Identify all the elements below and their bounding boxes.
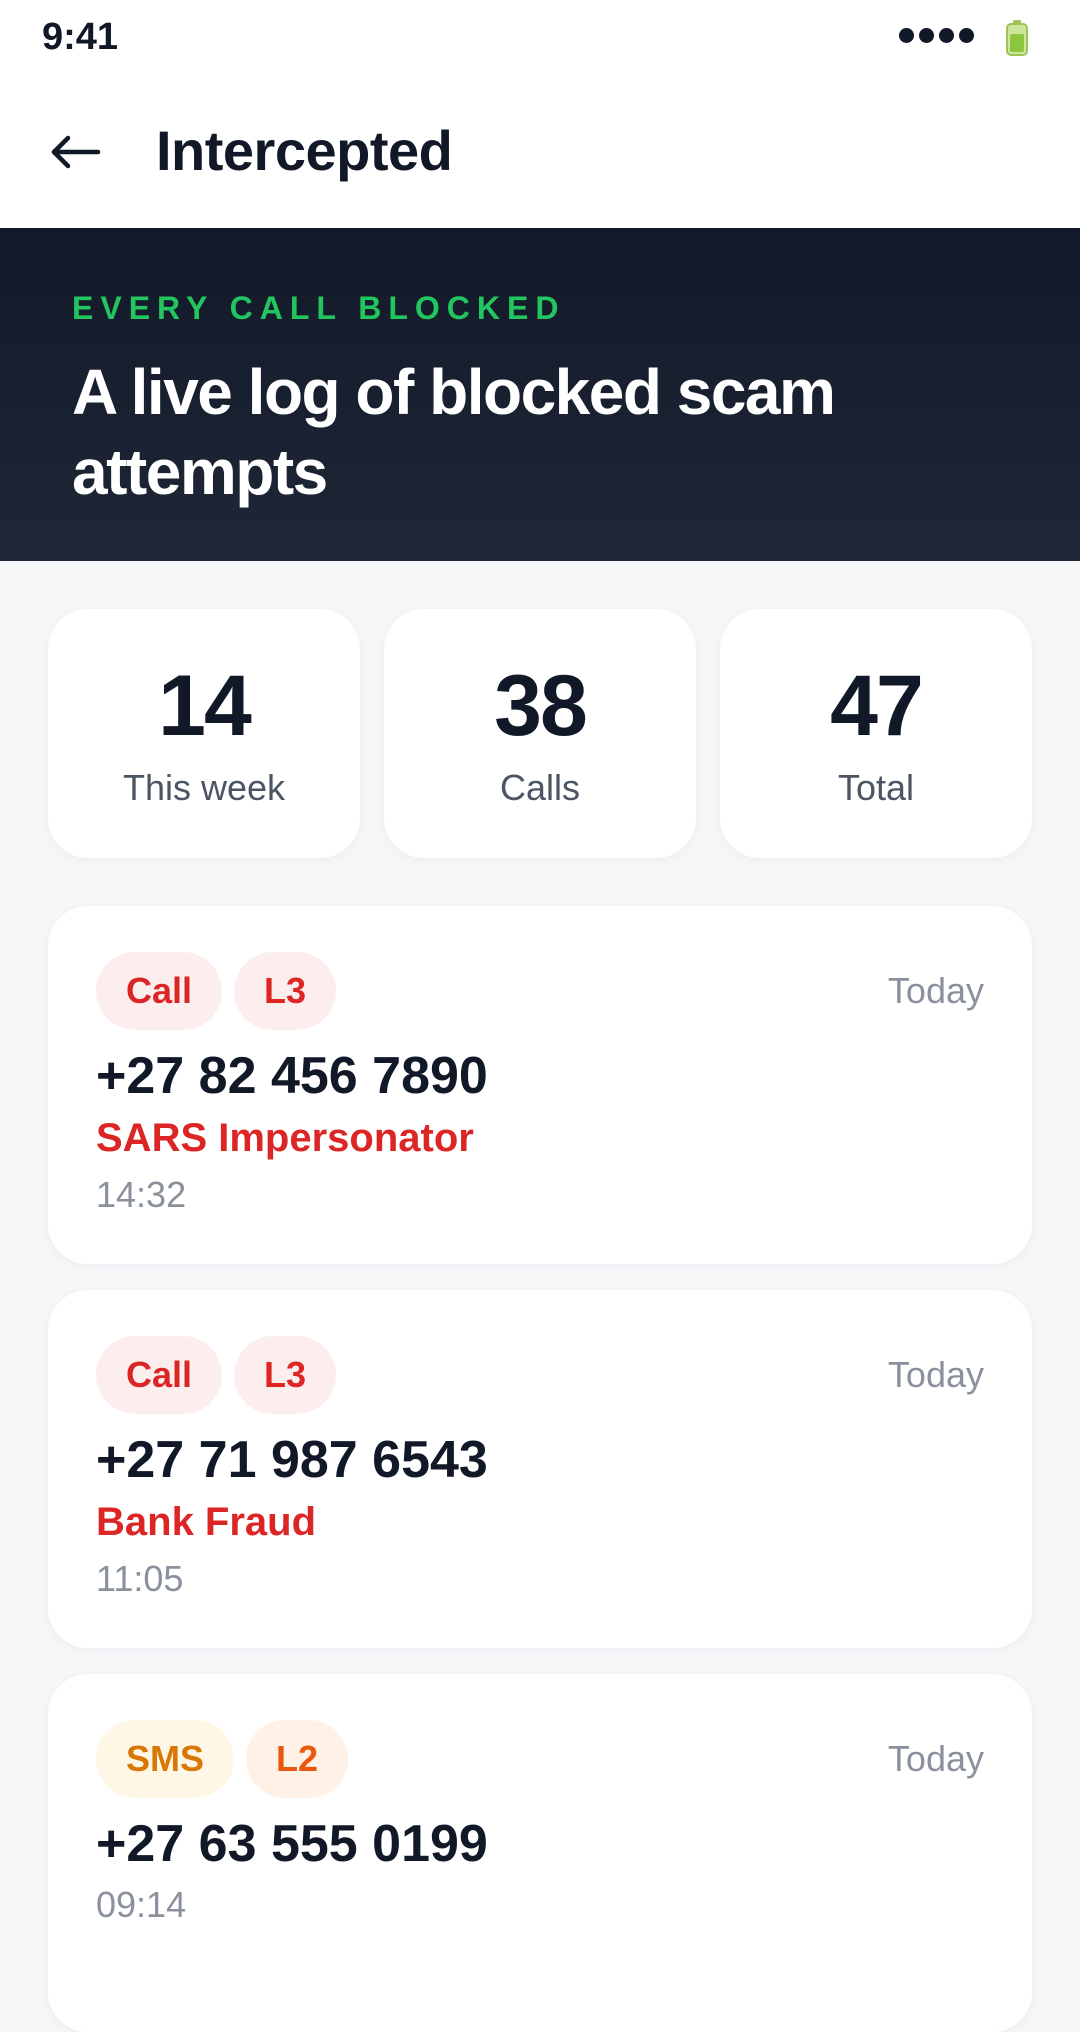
stat-label: Total bbox=[837, 767, 915, 808]
stat-value: 38 bbox=[494, 658, 588, 754]
stat-card-this-week: 14 This week bbox=[48, 609, 360, 858]
stat-label: Calls bbox=[499, 767, 580, 808]
status-time: 9:41 bbox=[42, 16, 119, 58]
entry-date: Today bbox=[887, 1738, 984, 1779]
stat-value: 47 bbox=[830, 658, 924, 754]
channel-tag: Call bbox=[96, 1336, 223, 1414]
channel-tag: SMS bbox=[96, 1720, 235, 1798]
entry-tags: Call L3 bbox=[96, 952, 337, 1030]
blocked-entry-card[interactable]: Call L3 Today +27 82 456 7890 SARS Imper… bbox=[48, 906, 1032, 1264]
back-arrow-icon[interactable] bbox=[48, 124, 104, 180]
entry-phone-number: +27 63 555 0199 bbox=[96, 1815, 488, 1873]
entry-tags: Call L3 bbox=[96, 1336, 337, 1414]
blocked-entry-card[interactable]: SMS L2 Today +27 63 555 0199 09:14 bbox=[48, 1674, 1032, 2032]
stat-card-calls: 38 Calls bbox=[384, 609, 696, 858]
entry-time: 14:32 bbox=[96, 1174, 187, 1215]
channel-tag: Call bbox=[96, 952, 223, 1030]
status-bar: 9:41 bbox=[0, 0, 1080, 76]
stat-label: This week bbox=[122, 767, 286, 808]
risk-level-tag: L3 bbox=[234, 952, 337, 1030]
entry-date: Today bbox=[887, 970, 984, 1011]
stats-row: 14 This week 38 Calls 47 Total bbox=[48, 609, 1032, 858]
entry-date: Today bbox=[887, 1354, 984, 1395]
battery-icon bbox=[1006, 20, 1028, 56]
page-title: Intercepted bbox=[156, 119, 453, 182]
hero-eyebrow: EVERY CALL BLOCKED bbox=[72, 290, 566, 326]
entry-scam-label: Bank Fraud bbox=[96, 1500, 317, 1544]
entry-time: 11:05 bbox=[96, 1558, 184, 1599]
stat-value: 14 bbox=[158, 658, 252, 754]
entry-tags: SMS L2 bbox=[96, 1720, 349, 1798]
hero-heading: A live log of blocked scam attempts bbox=[72, 356, 836, 508]
blocked-entry-card[interactable]: Call L3 Today +27 71 987 6543 Bank Fraud… bbox=[48, 1290, 1032, 1648]
entry-phone-number: +27 71 987 6543 bbox=[96, 1431, 488, 1489]
entry-scam-label: SARS Impersonator bbox=[96, 1116, 474, 1160]
signal-dots-icon bbox=[899, 28, 974, 43]
entry-phone-number: +27 82 456 7890 bbox=[96, 1047, 488, 1105]
risk-level-tag: L3 bbox=[234, 1336, 337, 1414]
stat-card-total: 47 Total bbox=[720, 609, 1032, 858]
top-app-bar: Intercepted bbox=[0, 76, 1080, 228]
hero-banner: EVERY CALL BLOCKED A live log of blocked… bbox=[0, 228, 1080, 561]
risk-level-tag: L2 bbox=[246, 1720, 349, 1798]
